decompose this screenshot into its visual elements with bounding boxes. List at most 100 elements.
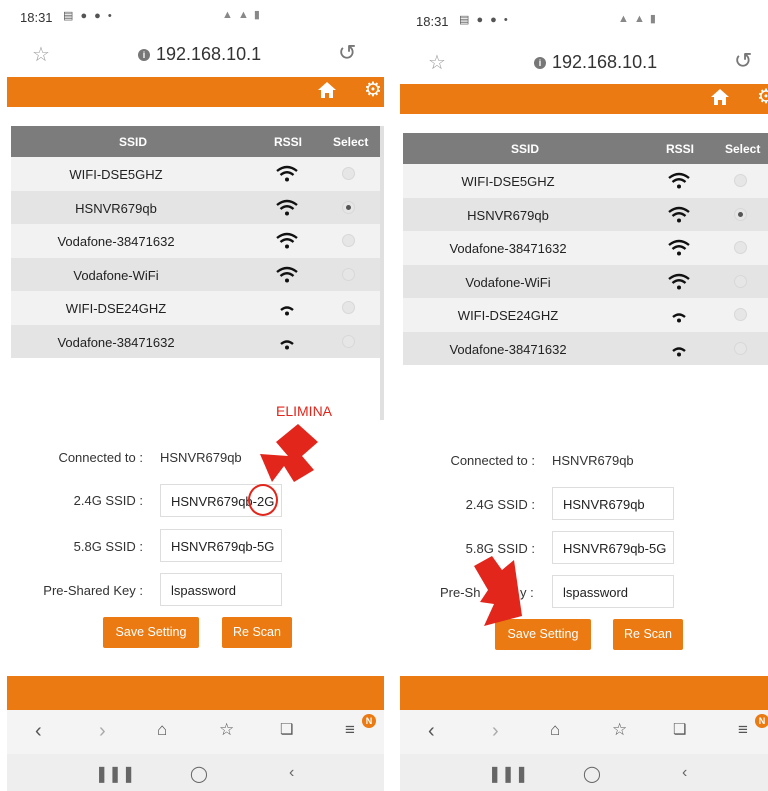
table-row[interactable]: Vodafone-WiFi: [11, 257, 381, 291]
menu-icon[interactable]: ≡: [345, 720, 355, 740]
home-icon[interactable]: [317, 81, 337, 99]
select-radio[interactable]: [734, 207, 747, 221]
rescan-button[interactable]: Re Scan: [222, 617, 292, 648]
back-arrow-icon[interactable]: ‹: [289, 764, 294, 782]
home-nav-icon[interactable]: ⌂: [157, 720, 167, 740]
table-row[interactable]: Vodafone-38471632: [11, 324, 381, 358]
select-radio[interactable]: [734, 274, 747, 288]
table-body: WIFI-DSE5GHZ HSNVR679qb Vodafone-3847163…: [403, 164, 768, 365]
select-radio[interactable]: [734, 308, 747, 321]
wifi-icon: [668, 273, 690, 289]
ssid24-input[interactable]: HSNVR679qb: [552, 487, 674, 520]
header-select: Select: [725, 142, 761, 156]
wifi-icon: [276, 165, 298, 182]
app-footer: [7, 676, 384, 710]
tabs-icon[interactable]: ❏: [673, 720, 686, 738]
header-ssid: SSID: [119, 135, 148, 149]
select-radio[interactable]: [342, 301, 355, 314]
ssid-cell: Vodafone-38471632: [57, 334, 175, 350]
select-radio[interactable]: [342, 267, 355, 281]
ssid-cell: HSNVR679qb: [467, 207, 549, 223]
psk-input[interactable]: lspassword: [552, 575, 674, 608]
recents-icon[interactable]: ❚❚❚: [488, 764, 528, 784]
save-setting-button[interactable]: Save Setting: [103, 617, 199, 648]
back-icon[interactable]: ‹: [35, 720, 42, 743]
connected-label: Connected to :: [450, 453, 535, 468]
url-field[interactable]: i 192.168.10.1: [534, 52, 657, 73]
select-radio[interactable]: [342, 167, 355, 180]
forward-icon[interactable]: ›: [492, 720, 499, 743]
select-radio[interactable]: [734, 241, 747, 254]
table-header: SSID RSSI Select: [403, 133, 768, 164]
reload-icon[interactable]: ↺: [734, 48, 752, 74]
recents-icon[interactable]: ❚❚❚: [95, 764, 135, 784]
ssid24-label: 2.4G SSID :: [73, 493, 143, 508]
select-radio[interactable]: [342, 334, 355, 348]
forward-icon[interactable]: ›: [99, 720, 106, 743]
browser-url-bar: ☆ i 192.168.10.1 ↺: [0, 36, 384, 74]
star-icon[interactable]: ☆: [32, 42, 50, 67]
back-icon[interactable]: ‹: [428, 720, 435, 743]
annotation-circle: [248, 484, 278, 516]
table-row[interactable]: WIFI-DSE24GHZ: [403, 298, 768, 332]
table-row[interactable]: HSNVR679qb: [403, 197, 768, 231]
wifi-icon: [276, 266, 298, 282]
ssid-cell: WIFI-DSE24GHZ: [457, 308, 559, 323]
table-row[interactable]: Vodafone-WiFi: [403, 264, 768, 298]
home-icon[interactable]: [710, 88, 730, 106]
ssid-cell: Vodafone-38471632: [57, 234, 175, 249]
table-body: WIFI-DSE5GHZ HSNVR679qb Vodafone-3847163…: [11, 157, 381, 358]
browser-nav-bar: ‹ › ⌂ ☆ ❏ ≡ N: [400, 710, 768, 754]
menu-icon[interactable]: ≡: [738, 720, 748, 740]
table-row[interactable]: WIFI-DSE5GHZ: [11, 157, 381, 191]
header-rssi: RSSI: [274, 135, 303, 149]
status-time: 18:31: [416, 14, 449, 29]
gear-icon[interactable]: ⚙: [757, 87, 768, 107]
gear-icon[interactable]: ⚙: [364, 80, 382, 100]
ssid58-label: 5.8G SSID :: [73, 539, 143, 554]
ssid58-input[interactable]: HSNVR679qb-5G: [160, 529, 282, 562]
connected-label: Connected to :: [58, 450, 143, 465]
wifi-icon: [280, 339, 294, 349]
star-icon[interactable]: ☆: [428, 50, 446, 75]
phone-screenshot-left: 18:31 ▤ ● ● • ▲ ▲ ▮ ☆ i 192.168.10.1 ↺ ⚙ …: [0, 0, 384, 791]
table-row[interactable]: Vodafone-38471632: [403, 231, 768, 265]
system-nav-bar: ❚❚❚ ◯ ‹: [400, 754, 768, 791]
select-radio[interactable]: [734, 341, 747, 355]
table-row[interactable]: Vodafone-38471632: [11, 224, 381, 258]
psk-label: Pre-Shared Key :: [43, 583, 143, 598]
reload-icon[interactable]: ↺: [338, 40, 356, 66]
wifi-network-table: SSID RSSI Select WIFI-DSE5GHZ HSNVR679qb…: [11, 126, 381, 358]
home-nav-icon[interactable]: ⌂: [550, 720, 560, 740]
bookmarks-icon[interactable]: ☆: [219, 720, 234, 740]
url-field[interactable]: i 192.168.10.1: [138, 44, 261, 65]
table-row[interactable]: WIFI-DSE5GHZ: [403, 164, 768, 198]
wifi-icon: [276, 199, 298, 215]
app-header: ⚙: [400, 84, 768, 114]
ssid58-input[interactable]: HSNVR679qb-5G: [552, 531, 674, 564]
psk-input[interactable]: lspassword: [160, 573, 282, 606]
home-circle-icon[interactable]: ◯: [190, 764, 208, 784]
select-radio[interactable]: [342, 200, 355, 214]
red-arrow-icon: [474, 556, 522, 626]
annotation-label: ELIMINA: [276, 403, 333, 419]
home-circle-icon[interactable]: ◯: [583, 764, 601, 784]
ssid58-label: 5.8G SSID :: [465, 541, 535, 556]
table-row[interactable]: WIFI-DSE24GHZ: [11, 291, 381, 325]
notification-badge: N: [362, 714, 376, 728]
status-bar: 18:31 ▤ ● ● • ▲ ▲ ▮: [0, 0, 384, 34]
notification-icons: ▤ ● ● •: [459, 14, 510, 26]
ssid-cell: WIFI-DSE5GHZ: [69, 167, 163, 182]
ssid-cell: Vodafone-WiFi: [465, 274, 551, 290]
back-arrow-icon[interactable]: ‹: [682, 764, 687, 782]
ssid-cell: Vodafone-WiFi: [73, 267, 159, 283]
select-radio[interactable]: [734, 174, 747, 187]
table-row[interactable]: Vodafone-38471632: [403, 331, 768, 365]
phone-screenshot-right: 18:31 ▤ ● ● • ▲ ▲ ▮ ☆ i 192.168.10.1 ↺ ⚙ …: [396, 0, 768, 791]
select-radio[interactable]: [342, 234, 355, 247]
tabs-icon[interactable]: ❏: [280, 720, 293, 738]
bookmarks-icon[interactable]: ☆: [612, 720, 627, 740]
rescan-button[interactable]: Re Scan: [613, 619, 683, 650]
table-row[interactable]: HSNVR679qb: [11, 190, 381, 224]
scrollbar[interactable]: [380, 126, 384, 420]
